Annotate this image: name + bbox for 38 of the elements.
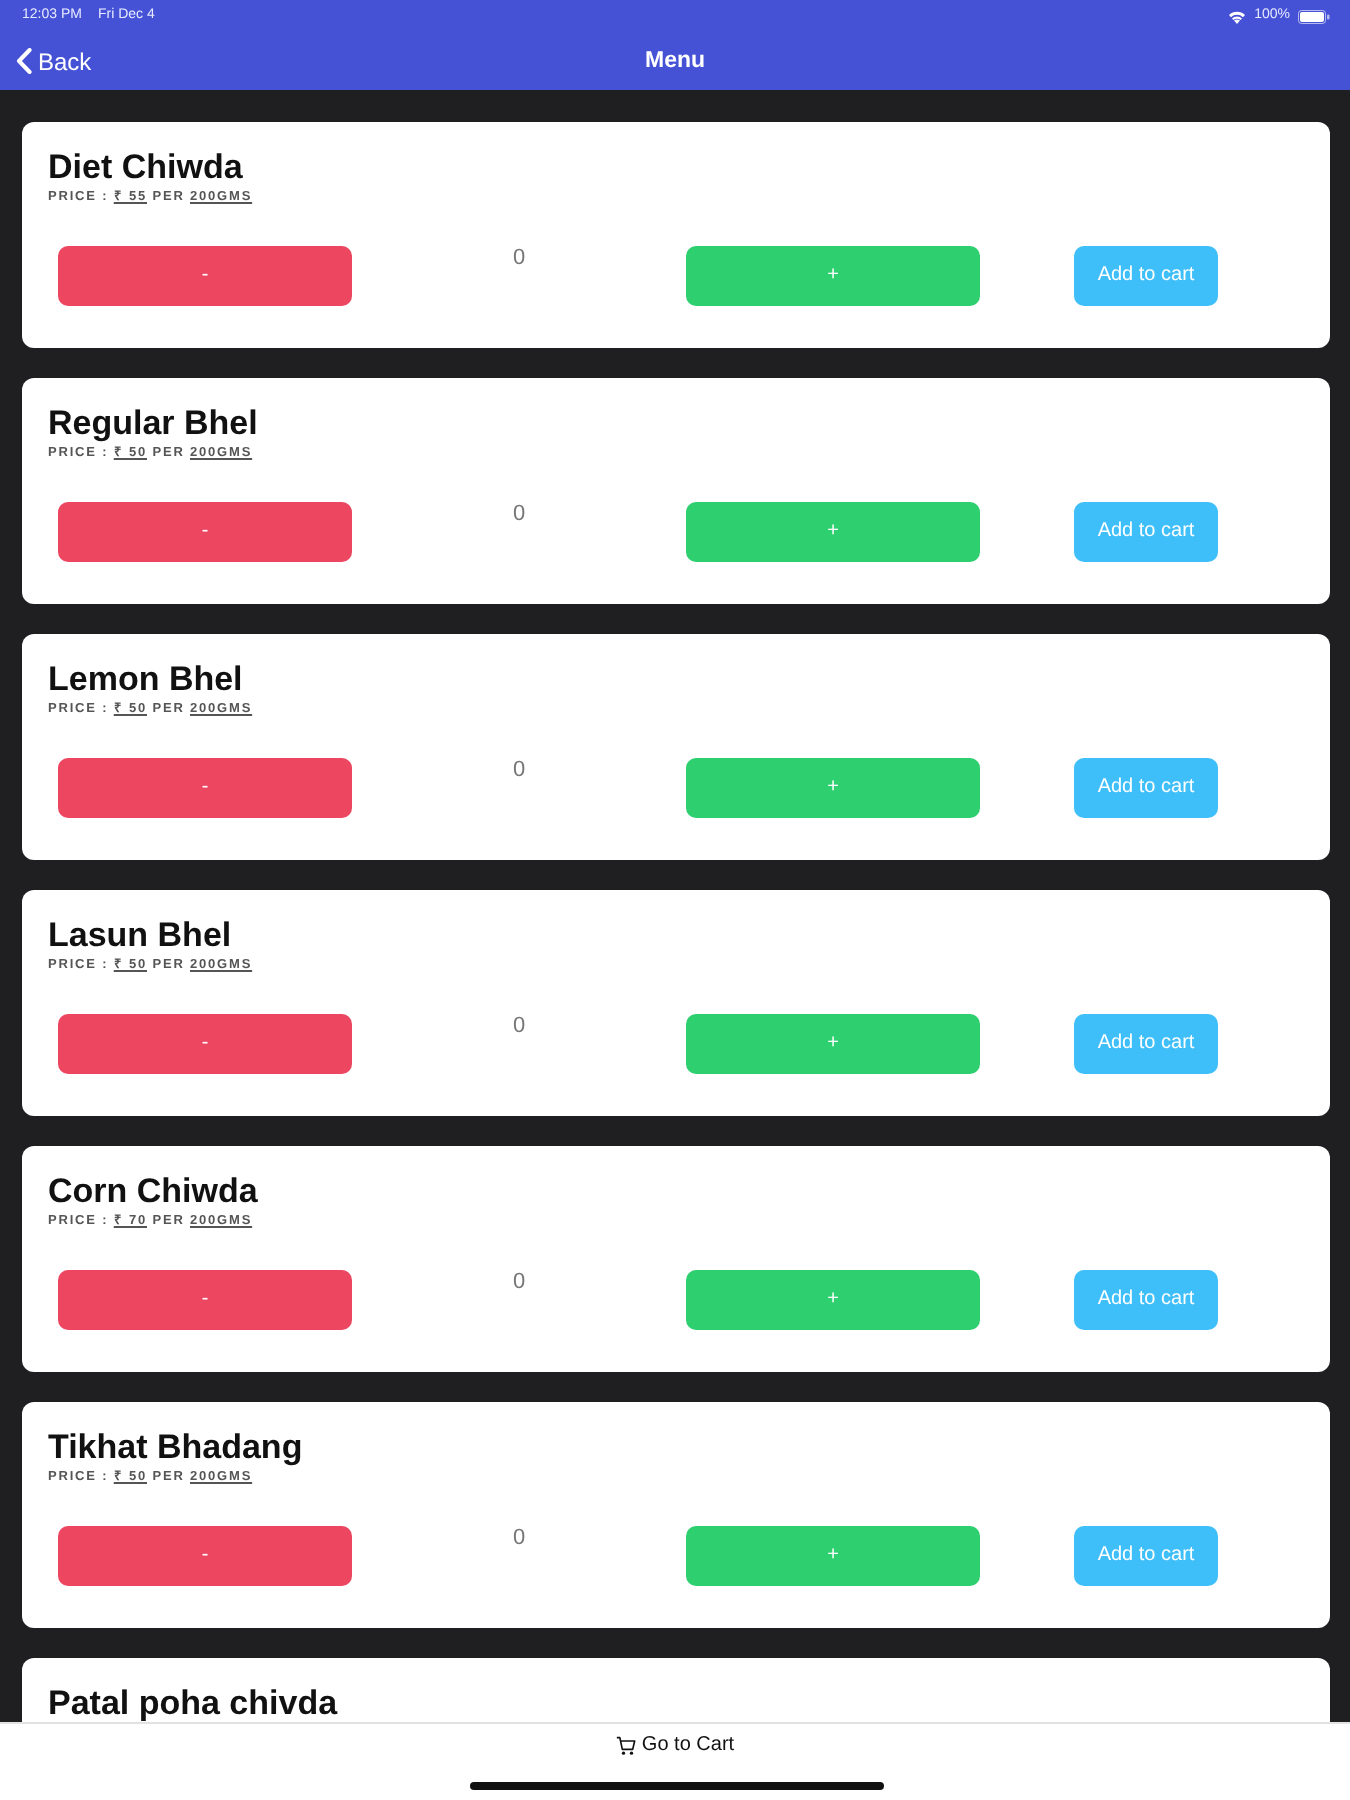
- quantity-text: 0: [512, 502, 526, 526]
- decrease-button[interactable]: -: [58, 502, 352, 562]
- increase-button[interactable]: +: [686, 1526, 980, 1586]
- increase-button[interactable]: +: [686, 758, 980, 818]
- product-name: Lemon Bhel: [48, 660, 245, 698]
- go-to-cart-button[interactable]: Go to Cart: [615, 1736, 735, 1756]
- product-name: Tikhat Bhadang: [48, 1428, 305, 1466]
- screen-title: Menu: [644, 45, 706, 76]
- increase-button[interactable]: +: [686, 1014, 980, 1074]
- add-to-cart-button[interactable]: Add to cart: [1074, 758, 1218, 818]
- battery-icon: [1298, 9, 1330, 23]
- product-name: Diet Chiwda: [48, 148, 245, 186]
- decrease-button[interactable]: -: [58, 1270, 352, 1330]
- add-to-cart-button[interactable]: Add to cart: [1074, 246, 1218, 306]
- product-name: Patal poha chivda: [48, 1684, 340, 1722]
- chevron-left-icon: [16, 48, 32, 74]
- decrease-button[interactable]: -: [58, 758, 352, 818]
- decrease-button[interactable]: -: [58, 1526, 352, 1586]
- back-button[interactable]: Back: [12, 48, 96, 74]
- quantity-text: 0: [512, 246, 526, 270]
- product-name: Lasun Bhel: [48, 916, 234, 954]
- product-name: Corn Chiwda: [48, 1172, 260, 1210]
- increase-button[interactable]: +: [686, 246, 980, 306]
- add-to-cart-button[interactable]: Add to cart: [1074, 1270, 1218, 1330]
- cart-icon: [615, 1736, 636, 1756]
- decrease-button[interactable]: -: [58, 1014, 352, 1074]
- quantity-text: 0: [512, 758, 526, 782]
- increase-button[interactable]: +: [686, 502, 980, 562]
- wifi-icon: [1228, 9, 1247, 23]
- add-to-cart-button[interactable]: Add to cart: [1074, 502, 1218, 562]
- decrease-button[interactable]: -: [58, 246, 352, 306]
- add-to-cart-button[interactable]: Add to cart: [1074, 1014, 1218, 1074]
- quantity-text: 0: [512, 1014, 526, 1038]
- quantity-text: 0: [512, 1526, 526, 1550]
- product-name: Regular Bhel: [48, 404, 260, 442]
- quantity-text: 0: [512, 1270, 526, 1294]
- increase-button[interactable]: +: [686, 1270, 980, 1330]
- add-to-cart-button[interactable]: Add to cart: [1074, 1526, 1218, 1586]
